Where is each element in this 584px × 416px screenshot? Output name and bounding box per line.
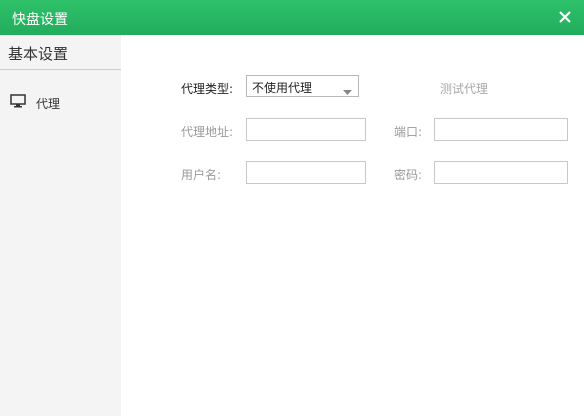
password-label: 密码: bbox=[394, 168, 423, 182]
title-bar: 快盘设置 bbox=[0, 0, 584, 35]
proxy-type-select[interactable]: 不使用代理 bbox=[246, 75, 359, 97]
dropdown-arrow-icon bbox=[343, 84, 352, 98]
proxy-address-label: 代理地址: bbox=[181, 125, 234, 139]
username-input[interactable] bbox=[246, 161, 366, 184]
sidebar-item-proxy[interactable]: 代理 bbox=[0, 89, 121, 115]
close-icon bbox=[559, 11, 571, 23]
sidebar-header: 基本设置 bbox=[0, 35, 121, 70]
port-label: 端口: bbox=[394, 125, 423, 139]
username-label: 用户名: bbox=[181, 168, 222, 182]
window-title: 快盘设置 bbox=[12, 12, 68, 28]
sidebar-header-label: 基本设置 bbox=[8, 45, 69, 63]
password-input[interactable] bbox=[434, 161, 568, 184]
sidebar-item-label: 代理 bbox=[36, 97, 61, 111]
sidebar: 基本设置 代理 bbox=[0, 35, 121, 416]
proxy-type-value: 不使用代理 bbox=[252, 81, 313, 95]
monitor-icon bbox=[10, 94, 26, 111]
proxy-address-input[interactable] bbox=[246, 118, 366, 141]
port-input[interactable] bbox=[434, 118, 568, 141]
test-proxy-link[interactable]: 测试代理 bbox=[440, 80, 488, 97]
proxy-type-label: 代理类型: bbox=[181, 82, 234, 96]
close-button[interactable] bbox=[552, 4, 578, 30]
